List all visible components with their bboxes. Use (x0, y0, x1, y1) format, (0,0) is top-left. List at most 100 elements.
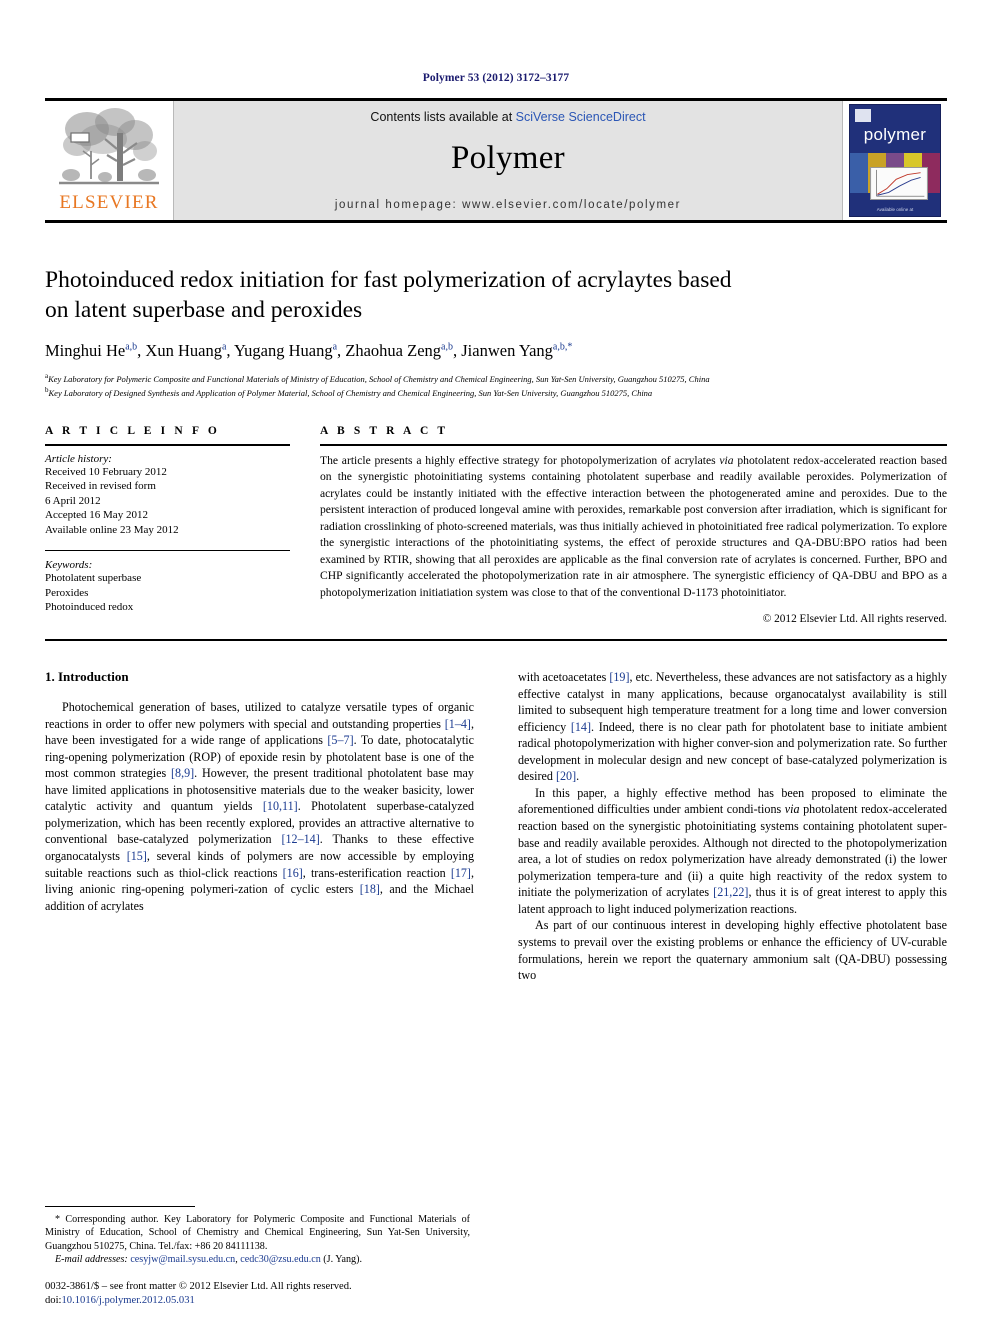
copyright-line: © 2012 Elsevier Ltd. All rights reserved… (762, 612, 947, 625)
citation-ref[interactable]: [1–4] (445, 717, 471, 731)
citation-ref[interactable]: [21,22] (713, 885, 748, 899)
sciencedirect-link[interactable]: SciVerse ScienceDirect (516, 110, 646, 124)
doi-line: doi:10.1016/j.polymer.2012.05.031 (45, 1294, 515, 1309)
cover-title: polymer (863, 125, 927, 144)
cover-image: polymer Available online at (849, 104, 941, 217)
email-suffix: (J. Yang). (320, 1254, 362, 1266)
author-item: Jianwen Yanga,b,* (461, 341, 572, 360)
issn-line: 0032-3861/$ – see front matter © 2012 El… (45, 1280, 352, 1292)
citation-ref[interactable]: [5–7] (327, 733, 353, 747)
keywords-label: Keywords: (45, 559, 93, 572)
abstract-part-1: The article presents a highly effective … (320, 453, 720, 467)
info-abstract-section: A R T I C L E I N F O Article history: R… (45, 425, 947, 625)
author-item: Xun Huanga (145, 341, 226, 360)
banner-bottom-rule (45, 220, 947, 223)
section-heading-introduction: 1. Introduction (45, 668, 129, 684)
journal-homepage[interactable]: journal homepage: www.elsevier.com/locat… (174, 199, 842, 211)
journal-banner-center: Contents lists available at SciVerse Sci… (173, 101, 843, 220)
citation-ref[interactable]: [18] (360, 882, 380, 896)
history-item: Received 10 February 2012 (45, 465, 167, 478)
article-info-rule (45, 443, 290, 446)
author-affil-marker: a (221, 341, 227, 353)
email-note: E-mail addresses: cesyjw@mail.sysu.edu.c… (55, 1254, 362, 1266)
contents-list-line: Contents lists available at SciVerse Sci… (370, 110, 645, 124)
keyword-item: Photoinduced redox (45, 601, 134, 614)
affiliation-text: Key Laboratory for Polymeric Composite a… (48, 373, 710, 384)
cover-elsevier-mark (855, 109, 871, 122)
author-name: Xun Huang (145, 341, 222, 361)
abstract-text: The article presents a highly effective … (320, 453, 947, 601)
citation-ref[interactable]: [14] (571, 720, 591, 734)
citation-ref[interactable]: [16] (283, 866, 303, 880)
author-item: Minghui Hea,b (45, 341, 137, 360)
journal-title: Polymer (451, 140, 565, 176)
doi-link[interactable]: 10.1016/j.polymer.2012.05.031 (61, 1295, 194, 1306)
body-column-left: 1. Introduction Photochemical generation… (45, 669, 474, 984)
affiliation-a: aKey Laboratory for Polymeric Composite … (45, 371, 947, 385)
italic-via: via (784, 802, 800, 817)
author-list: Minghui Hea,b, Xun Huanga, Yugang Huanga… (45, 341, 573, 361)
journal-banner: ELSEVIER Contents lists available at Sci… (45, 98, 947, 220)
keyword-item: Peroxides (45, 586, 89, 599)
author-item: Zhaohua Zenga,b (345, 341, 453, 360)
intro-paragraph-left: Photochemical generation of bases, utili… (45, 699, 474, 914)
page-title: Photoinduced redox initiation for fast p… (45, 265, 947, 325)
citation-ref[interactable]: [15] (127, 849, 147, 863)
body-columns: 1. Introduction Photochemical generation… (45, 669, 947, 984)
abstract-heading: A B S T R A C T (320, 424, 449, 437)
author-affil-marker: a (332, 341, 338, 353)
citation-ref[interactable]: [20] (556, 769, 576, 783)
corresponding-author-note: * Corresponding author. Key Laboratory f… (45, 1213, 470, 1254)
text-run: . (576, 769, 580, 784)
elsevier-wordmark: ELSEVIER (59, 192, 159, 213)
author-name: Zhaohua Zeng (345, 341, 442, 361)
author-name: Yugang Huang (234, 341, 333, 361)
intro-paragraph-right-2: In this paper, a highly effective method… (518, 785, 947, 918)
cover-inset-plot (870, 167, 928, 200)
text-run: with acetoacetates (518, 669, 610, 684)
author-name: Minghui He (45, 341, 126, 361)
abstract-part-2: photolatent redox-accelerated reaction b… (320, 453, 947, 599)
intro-paragraph-right-1: with acetoacetates [19], etc. Neverthele… (518, 669, 947, 785)
article-info-column: A R T I C L E I N F O Article history: R… (45, 425, 290, 625)
body-column-right: with acetoacetates [19], etc. Neverthele… (518, 669, 947, 984)
citation-ref[interactable]: [17] (451, 866, 471, 880)
email-link-2[interactable]: cedc30@zsu.edu.cn (240, 1254, 320, 1265)
doi-label: doi: (45, 1295, 62, 1307)
email-link-1[interactable]: cesyjw@mail.sysu.edu.cn (130, 1254, 235, 1265)
footnote-rule (45, 1205, 195, 1207)
abstract-bottom-rule (45, 638, 947, 641)
journal-cover-thumbnail: polymer Available online at (843, 101, 947, 220)
author-affil-marker: a,b (125, 341, 138, 353)
publisher-logo: ELSEVIER (45, 101, 173, 220)
contents-prefix: Contents lists available at (370, 110, 516, 124)
keyword-item: Photolatent superbase (45, 572, 142, 585)
author-name: Jianwen Yang (461, 341, 553, 361)
author-item: Yugang Huanga (234, 341, 337, 360)
citation-ref[interactable]: [19] (609, 670, 629, 684)
abstract-rule (320, 443, 947, 446)
title-line-2: on latent superbase and peroxides (45, 297, 363, 324)
title-line-1: Photoinduced redox initiation for fast p… (45, 267, 732, 293)
citation-ref[interactable]: [8,9] (171, 766, 194, 780)
keywords-rule (45, 550, 290, 552)
affiliation-b: bKey Laboratory of Designed Synthesis an… (45, 385, 947, 399)
cover-plot-icon (871, 168, 927, 199)
history-item: Accepted 16 May 2012 (45, 509, 148, 522)
footnote-block: * Corresponding author. Key Laboratory f… (45, 1205, 470, 1268)
article-info-heading: A R T I C L E I N F O (45, 424, 220, 437)
corresponding-author-marker: a,b,* (552, 341, 573, 353)
abstract-column: A B S T R A C T The article presents a h… (320, 425, 947, 625)
imprint-block: 0032-3861/$ – see front matter © 2012 El… (45, 1280, 515, 1309)
affiliation-list: aKey Laboratory for Polymeric Composite … (45, 371, 947, 399)
citation-ref[interactable]: [10,11] (263, 799, 298, 813)
citation-ref[interactable]: [12–14] (281, 832, 319, 846)
history-item: Available online 23 May 2012 (45, 523, 179, 536)
history-item: 6 April 2012 (45, 494, 101, 507)
abstract-italic-via: via (719, 453, 734, 467)
email-label: E-mail addresses: (55, 1254, 128, 1266)
text-run: Photochemical generation of bases, utili… (45, 699, 474, 731)
running-head: Polymer 53 (2012) 3172–3177 (422, 72, 570, 84)
cover-footer-text: Available online at (876, 207, 914, 212)
intro-paragraph-right-3: As part of our continuous interest in de… (518, 918, 947, 983)
